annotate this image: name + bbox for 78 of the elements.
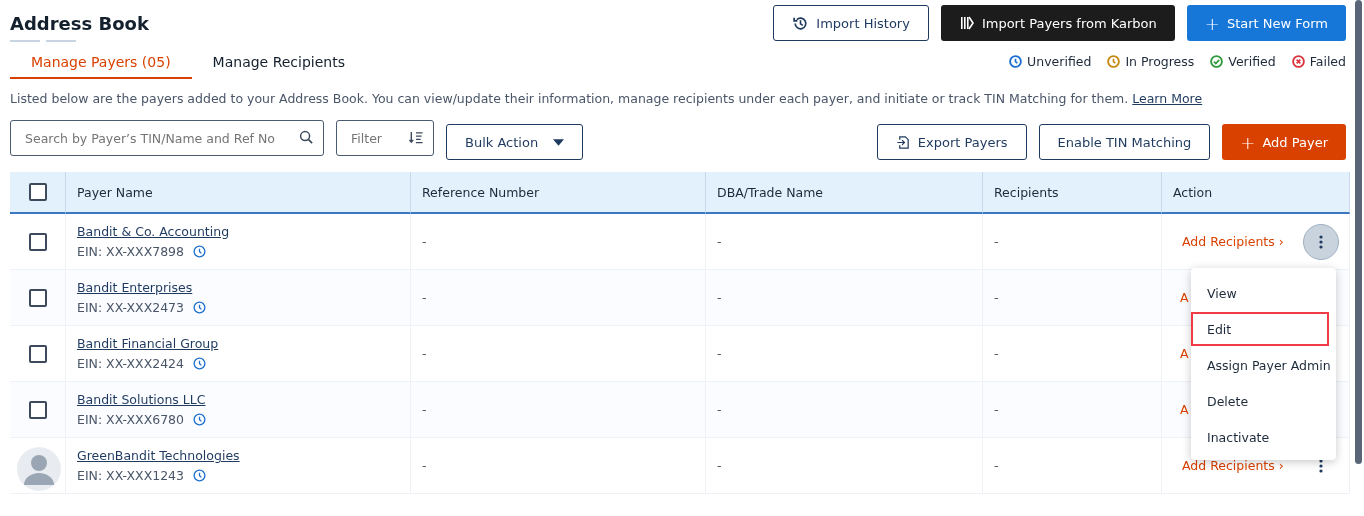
export-payers-button[interactable]: Export Payers — [876, 124, 1027, 160]
filter-field[interactable]: Filter — [336, 120, 434, 156]
column-header: DBA/Trade Name — [717, 184, 824, 200]
table-cell-text: - — [422, 346, 428, 361]
add-recipients-link[interactable]: Add Recipients › — [1182, 458, 1284, 473]
row-checkbox[interactable] — [28, 232, 47, 251]
payer-name-link[interactable]: GreenBandit Technologies — [77, 448, 240, 463]
column-header: Recipients — [994, 184, 1059, 200]
tab[interactable]: Manage Recipients — [191, 46, 366, 79]
row-checkbox[interactable] — [28, 288, 47, 307]
menu-item[interactable]: Delete — [1191, 384, 1329, 418]
select-all-checkbox[interactable] — [28, 183, 47, 201]
page-title: Address Book — [10, 13, 149, 34]
search-icon — [299, 130, 314, 145]
column-header: Payer Name — [77, 184, 153, 200]
legend-label: Unverified — [1027, 54, 1092, 69]
add-recipients-link[interactable]: A — [1180, 346, 1189, 361]
table-cell-text: - — [422, 290, 428, 305]
clock-icon — [193, 469, 206, 482]
search-field[interactable]: Search by Payer’s TIN/Name and Ref No — [10, 120, 324, 156]
row-checkbox[interactable] — [28, 344, 47, 363]
clock-icon — [193, 245, 206, 258]
ein-text: EIN: XX-XXX7898 — [77, 244, 184, 259]
column-header: Reference Number — [422, 184, 540, 200]
table-cell-text: - — [717, 290, 723, 305]
legend-label: In Progress — [1125, 54, 1195, 69]
payer-name-link[interactable]: Bandit Solutions LLC — [77, 392, 206, 407]
tab[interactable]: Manage Payers (05) — [10, 46, 192, 79]
clock-icon — [193, 357, 206, 370]
import-history-button[interactable]: Import History — [773, 5, 929, 41]
scrollbar[interactable] — [1355, 0, 1362, 464]
export-icon — [895, 134, 911, 150]
table-cell-text: - — [422, 402, 428, 417]
clock-icon — [193, 413, 206, 426]
ein-text: EIN: XX-XXX2473 — [77, 300, 184, 315]
add-recipients-link[interactable]: Add Recipients › — [1182, 234, 1284, 249]
menu-item[interactable]: View — [1191, 276, 1329, 310]
table-cell-text: - — [717, 402, 723, 417]
enable-tin-matching-button[interactable]: Enable TIN Matching — [1038, 124, 1211, 160]
table-cell-text: - — [422, 234, 428, 249]
sort-icon — [408, 130, 424, 145]
payer-name-link[interactable]: Bandit & Co. Accounting — [77, 224, 230, 239]
table-cell-text: - — [717, 458, 723, 473]
description-text: Listed below are the payers added to your Address Book. You can view/update their information, manage recipients under each payer, and initiate or track TIN Matching for them. Learn More — [10, 91, 1204, 106]
bars-logo-icon — [958, 15, 975, 31]
table-cell-text: - — [717, 234, 723, 249]
import-button[interactable]: Import Payers from Karbon — [940, 5, 1175, 41]
start-new-form-button[interactable]: + Start New Form — [1186, 5, 1346, 41]
history-icon — [792, 14, 810, 32]
table-cell-text: - — [994, 346, 1000, 361]
add-recipients-link[interactable]: A — [1180, 290, 1189, 305]
legend-label: Verified — [1228, 54, 1276, 69]
column-header: Action — [1173, 184, 1213, 200]
ein-text: EIN: XX-XXX2424 — [77, 356, 184, 371]
caret-icon — [553, 138, 564, 146]
menu-item[interactable]: Assign Payer Admin — [1191, 348, 1329, 382]
table-cell-text: - — [994, 290, 1000, 305]
ein-text: EIN: XX-XXX6780 — [77, 412, 184, 427]
ein-text: EIN: XX-XXX1243 — [77, 468, 184, 483]
table-cell-text: - — [994, 234, 1000, 249]
menu-item[interactable]: Edit — [1191, 312, 1329, 346]
bulk-action-button[interactable]: Bulk Action — [446, 124, 583, 160]
payer-name-link[interactable]: Bandit Enterprises — [77, 280, 193, 295]
kebab-icon — [1319, 234, 1323, 249]
table-cell-text: - — [717, 346, 723, 361]
table-cell-text: - — [422, 458, 428, 473]
add-recipients-link[interactable]: A — [1180, 402, 1189, 417]
table-cell-text: - — [994, 402, 1000, 417]
table-cell-text: - — [994, 458, 1000, 473]
add-payer-button[interactable]: + Add Payer — [1222, 124, 1346, 160]
menu-item[interactable]: Inactivate — [1191, 420, 1329, 454]
payer-name-link[interactable]: Bandit Financial Group — [77, 336, 219, 351]
more-options-button[interactable] — [1303, 223, 1339, 260]
row-checkbox[interactable] — [28, 400, 47, 419]
avatar — [16, 446, 62, 492]
clock-icon — [193, 301, 206, 314]
legend-label: Failed — [1309, 54, 1346, 69]
learn-more-link[interactable]: Learn More — [1132, 91, 1203, 106]
